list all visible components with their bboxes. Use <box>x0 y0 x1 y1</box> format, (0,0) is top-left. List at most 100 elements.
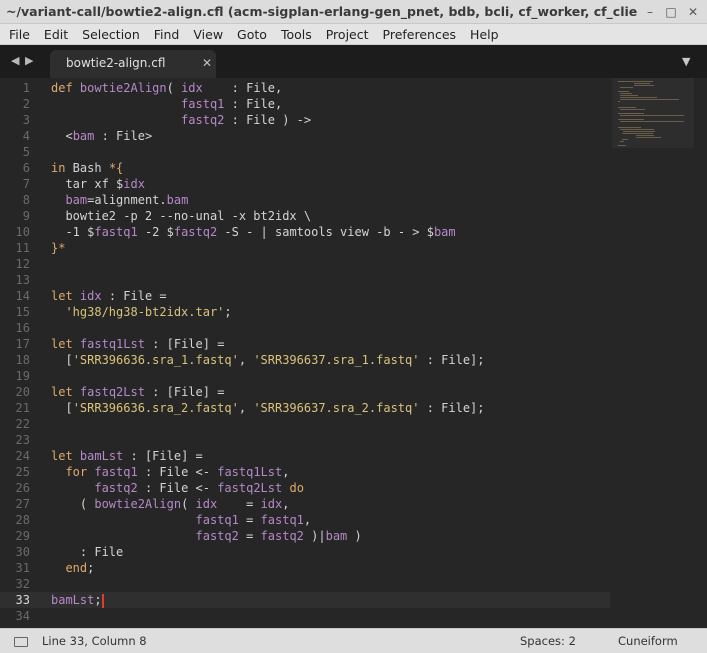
code-line[interactable]: let fastq2Lst : [File] = <box>51 384 224 400</box>
tab-label: bowtie2-align.cfl <box>66 56 166 70</box>
line-number: 8 <box>22 193 30 207</box>
line-number: 31 <box>15 561 30 575</box>
minimap-line <box>618 107 636 108</box>
tab-next-icon[interactable]: ▶ <box>25 54 33 67</box>
code-line[interactable]: fastq1 = fastq1, <box>51 512 312 528</box>
code-line[interactable]: ['SRR396636.sra_1.fastq', 'SRR396637.sra… <box>51 352 484 368</box>
title-bar: ~/variant-call/bowtie2-align.cfl (acm-si… <box>0 0 707 24</box>
minimap-line <box>623 131 656 132</box>
line-number: 19 <box>15 369 30 383</box>
code-line[interactable]: let bamLst : [File] = <box>51 448 203 464</box>
minimap-line <box>618 91 629 92</box>
tab-bowtie2-align[interactable]: bowtie2-align.cfl ✕ <box>50 50 216 78</box>
code-line[interactable]: : File <box>51 544 123 560</box>
code-line[interactable]: def bowtie2Align( idx : File, <box>51 80 282 96</box>
line-number: 25 <box>15 465 30 479</box>
code-line[interactable]: }* <box>51 240 65 256</box>
line-number: 32 <box>15 577 30 591</box>
code-text[interactable]: def bowtie2Align( idx : File, fastq1 : F… <box>44 78 610 628</box>
indentation-setting[interactable]: Spaces: 2 <box>520 634 576 648</box>
menu-edit[interactable]: Edit <box>37 24 75 45</box>
code-line[interactable]: <bam : File> <box>51 128 152 144</box>
maximize-icon[interactable]: □ <box>663 4 679 20</box>
minimap-line <box>618 81 654 82</box>
code-line[interactable]: fastq2 : File <- fastq2Lst do <box>51 480 304 496</box>
menu-file[interactable]: File <box>0 24 37 45</box>
tab-prev-icon[interactable]: ◀ <box>11 54 19 67</box>
line-number: 20 <box>15 385 30 399</box>
code-line[interactable]: fastq2 = fastq2 )|bam ) <box>51 528 362 544</box>
minimap-line <box>619 93 632 94</box>
minimap-line <box>634 83 650 84</box>
line-number: 3 <box>22 113 30 127</box>
minimap-line <box>618 145 626 146</box>
line-number: 16 <box>15 321 30 335</box>
minimap-line <box>636 135 654 136</box>
tab-close-icon[interactable]: ✕ <box>202 56 212 70</box>
line-number: 1 <box>22 81 30 95</box>
line-number: 21 <box>15 401 30 415</box>
line-number: 18 <box>15 353 30 367</box>
minimap-line <box>619 97 658 98</box>
code-line[interactable]: ['SRR396636.sra_2.fastq', 'SRR396637.sra… <box>51 400 484 416</box>
close-icon[interactable]: ✕ <box>685 4 701 20</box>
code-line[interactable]: ( bowtie2Align( idx = idx, <box>51 496 290 512</box>
line-number: 11 <box>15 241 30 255</box>
line-number: 10 <box>15 225 30 239</box>
line-number: 30 <box>15 545 30 559</box>
code-line[interactable]: in Bash *{ <box>51 160 123 176</box>
line-number: 27 <box>15 497 30 511</box>
menu-selection[interactable]: Selection <box>75 24 147 45</box>
panel-toggle-icon[interactable] <box>14 637 28 647</box>
line-number: 7 <box>22 177 30 191</box>
menu-project[interactable]: Project <box>319 24 376 45</box>
tab-bar: ◀ ▶ bowtie2-align.cfl ✕ ▼ <box>0 45 707 78</box>
minimap-line <box>618 113 645 114</box>
minimize-icon[interactable]: – <box>642 4 658 20</box>
menu-find[interactable]: Find <box>147 24 187 45</box>
minimap-line <box>621 139 629 140</box>
text-caret <box>101 593 104 608</box>
code-line[interactable]: 'hg38/hg38-bt2idx.tar'; <box>51 304 231 320</box>
tab-list-dropdown-icon[interactable]: ▼ <box>682 55 690 68</box>
menu-preferences[interactable]: Preferences <box>376 24 464 45</box>
minimap-line <box>619 87 633 88</box>
code-line[interactable]: tar xf $idx <box>51 176 145 192</box>
line-number: 14 <box>15 289 30 303</box>
line-number: 29 <box>15 529 30 543</box>
code-line[interactable]: bam=alignment.bam <box>51 192 188 208</box>
code-line[interactable]: for fastq1 : File <- fastq1Lst, <box>51 464 289 480</box>
line-number: 9 <box>22 209 30 223</box>
line-number: 4 <box>22 129 30 143</box>
code-line[interactable]: bowtie2 -p 2 --no-unal -x bt2idx \ <box>51 208 311 224</box>
line-number: 12 <box>15 257 30 271</box>
minimap[interactable] <box>612 78 694 148</box>
line-number: 26 <box>15 481 30 495</box>
minimap-line <box>621 133 654 134</box>
code-line[interactable]: let idx : File = <box>51 288 167 304</box>
minimap-line <box>636 137 662 138</box>
line-number: 23 <box>15 433 30 447</box>
minimap-line <box>619 109 646 110</box>
code-line[interactable]: end; <box>51 560 94 576</box>
code-line[interactable]: fastq1 : File, <box>51 96 282 112</box>
vertical-scrollbar[interactable] <box>697 78 707 628</box>
minimap-line <box>618 119 645 120</box>
minimap-line <box>619 99 680 100</box>
menu-help[interactable]: Help <box>463 24 506 45</box>
code-line[interactable]: fastq2 : File ) -> <box>51 112 311 128</box>
code-line[interactable]: let fastq1Lst : [File] = <box>51 336 224 352</box>
editor-area[interactable]: 1 2 3 4 5 6 7 8 9 10 11 12 13 14 15 16 17 18 19 20 21 22 23 24 2… <box>0 78 707 628</box>
minimap-line <box>619 121 684 122</box>
menu-tools[interactable]: Tools <box>274 24 319 45</box>
cursor-position: Line 33, Column 8 <box>42 634 147 648</box>
minimap-line <box>618 127 642 128</box>
syntax-mode[interactable]: Cuneiform <box>618 634 678 648</box>
line-number: 15 <box>15 305 30 319</box>
minimap-line <box>634 85 654 86</box>
minimap-line <box>618 101 621 102</box>
menu-view[interactable]: View <box>186 24 230 45</box>
code-line[interactable]: bamLst; <box>51 592 104 608</box>
menu-goto[interactable]: Goto <box>230 24 274 45</box>
code-line[interactable]: -1 $fastq1 -2 $fastq2 -S - | samtools vi… <box>51 224 455 240</box>
